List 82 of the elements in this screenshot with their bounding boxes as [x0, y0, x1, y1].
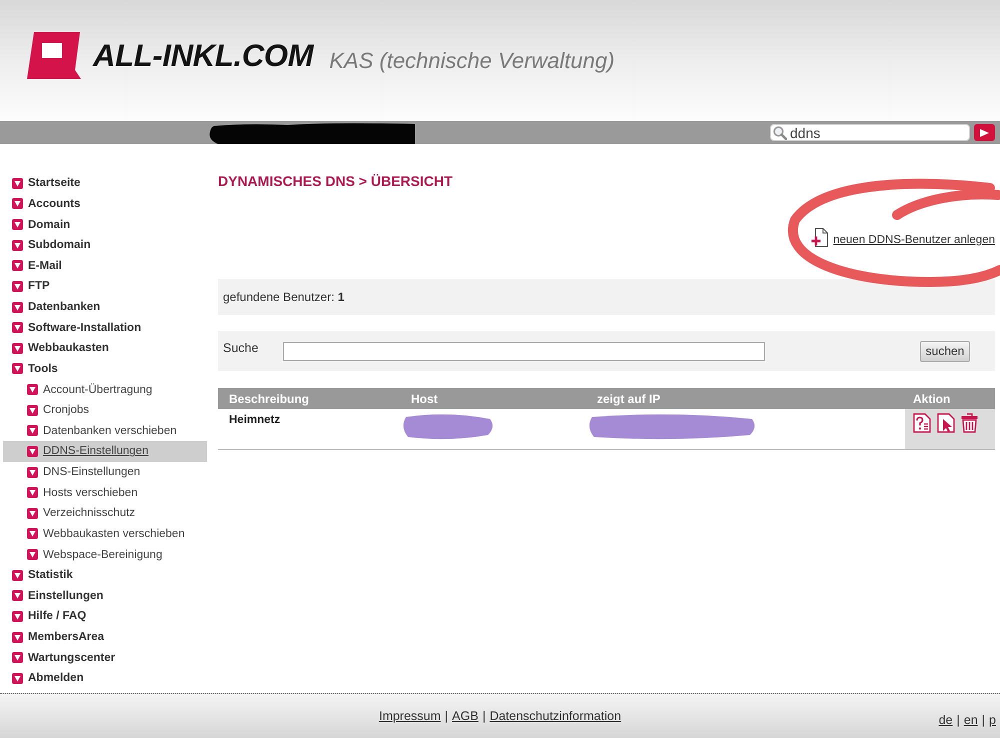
- triangle-bullet-icon: [12, 260, 23, 272]
- sidebar-item[interactable]: Hilfe / FAQ: [3, 606, 207, 627]
- triangle-bullet-icon: [12, 219, 23, 230]
- link-separator: |: [982, 713, 986, 727]
- triangle-bullet-icon: [12, 672, 23, 684]
- sidebar-subitem[interactable]: Webspace-Bereinigung: [3, 544, 207, 565]
- sidebar-item[interactable]: Statistik: [3, 564, 207, 586]
- triangle-bullet-icon: [12, 280, 23, 292]
- found-users-text: gefundene Benutzer: 1: [223, 290, 344, 304]
- logo-icon: [27, 32, 81, 80]
- sidebar-subitem[interactable]: DDNS-Einstellungen: [3, 441, 207, 462]
- link-separator: |: [444, 709, 448, 723]
- brand-name: ALL-INKL.COM: [93, 38, 314, 74]
- column-header: Beschreibung: [218, 388, 400, 409]
- sidebar-item[interactable]: Datenbanken: [3, 296, 207, 318]
- trash-icon[interactable]: [961, 413, 978, 433]
- triangle-bullet-icon: [27, 508, 38, 519]
- sidebar-subitem[interactable]: Account-Übertragung: [3, 379, 207, 400]
- sidebar-item[interactable]: Wartungscenter: [3, 647, 207, 668]
- sidebar-item[interactable]: Subdomain: [3, 234, 207, 256]
- triangle-bullet-icon: [12, 652, 23, 664]
- table-cell: Heimnetz: [218, 409, 400, 450]
- sidebar-subitem[interactable]: Datenbanken verschieben: [3, 420, 207, 442]
- triangle-bullet-icon: [12, 198, 23, 210]
- search-icon: [773, 126, 787, 140]
- sidebar-item[interactable]: Startseite: [3, 173, 207, 194]
- sidebar-subitem[interactable]: Cronjobs: [3, 400, 207, 420]
- sidebar-subitem[interactable]: DNS-Einstellungen: [3, 462, 207, 482]
- header-subtitle: KAS (technische Verwaltung): [329, 48, 615, 74]
- sidebar-item[interactable]: Webbaukasten: [3, 338, 207, 359]
- sidebar-item[interactable]: FTP: [3, 276, 207, 297]
- sidebar-item[interactable]: Einstellungen: [3, 586, 207, 606]
- play-triangle-icon: [980, 128, 989, 136]
- footer-link[interactable]: AGB: [452, 709, 478, 723]
- language-link[interactable]: en: [964, 713, 978, 727]
- column-header: zeigt auf IP: [586, 388, 905, 409]
- triangle-bullet-icon: [12, 590, 23, 602]
- sidebar-item[interactable]: Tools: [3, 358, 207, 380]
- search-field[interactable]: ddns: [770, 124, 970, 141]
- sidebar-subitem[interactable]: Hosts verschieben: [3, 482, 207, 503]
- sidebar-subitem[interactable]: Webbaukasten verschieben: [3, 524, 207, 544]
- triangle-bullet-icon: [12, 178, 23, 189]
- sidebar-item[interactable]: Abmelden: [3, 668, 207, 689]
- triangle-bullet-icon: [12, 342, 23, 354]
- language-link[interactable]: p: [989, 713, 996, 727]
- footer-link[interactable]: Datenschutzinformation: [490, 709, 622, 723]
- footer-link[interactable]: Impressum: [378, 709, 441, 723]
- sidebar-item[interactable]: Accounts: [3, 194, 207, 214]
- new-user-link[interactable]: neuen DDNS-Benutzer anlegen: [833, 233, 995, 247]
- add-document-icon: [811, 228, 828, 247]
- search-button[interactable]: suchen: [920, 340, 970, 362]
- sidebar-item[interactable]: MembersArea: [3, 626, 207, 648]
- page-title: DYNAMISCHES DNS > ÜBERSICHT: [218, 173, 453, 190]
- sidebar-subitem[interactable]: Verzeichnisschutz: [3, 503, 207, 524]
- triangle-bullet-icon: [27, 425, 38, 436]
- triangle-bullet-icon: [27, 528, 38, 540]
- sidebar-item[interactable]: Domain: [3, 214, 207, 235]
- search-label: Suche: [223, 341, 260, 355]
- triangle-bullet-icon: [12, 302, 23, 313]
- document-question-icon[interactable]: [913, 413, 931, 433]
- triangle-bullet-icon: [27, 466, 38, 478]
- triangle-bullet-icon: [12, 570, 23, 581]
- search-input[interactable]: [283, 342, 765, 360]
- triangle-bullet-icon: [12, 240, 23, 251]
- triangle-bullet-icon: [12, 610, 23, 622]
- link-separator: |: [482, 709, 486, 723]
- search-submit-button[interactable]: [974, 124, 995, 141]
- triangle-bullet-icon: [27, 384, 38, 396]
- sidebar-item[interactable]: E-Mail: [3, 256, 207, 276]
- link-separator: |: [956, 713, 960, 727]
- triangle-bullet-icon: [27, 487, 38, 498]
- document-cursor-icon[interactable]: [937, 413, 955, 433]
- triangle-bullet-icon: [27, 404, 38, 416]
- column-header: Host: [400, 388, 586, 409]
- triangle-bullet-icon: [27, 549, 38, 560]
- language-link[interactable]: de: [938, 713, 953, 727]
- triangle-bullet-icon: [12, 632, 23, 643]
- triangle-bullet-icon: [27, 446, 38, 457]
- column-header: Aktion: [905, 388, 995, 409]
- triangle-bullet-icon: [12, 363, 23, 374]
- sidebar-item[interactable]: Software-Installation: [3, 317, 207, 338]
- triangle-bullet-icon: [12, 322, 23, 334]
